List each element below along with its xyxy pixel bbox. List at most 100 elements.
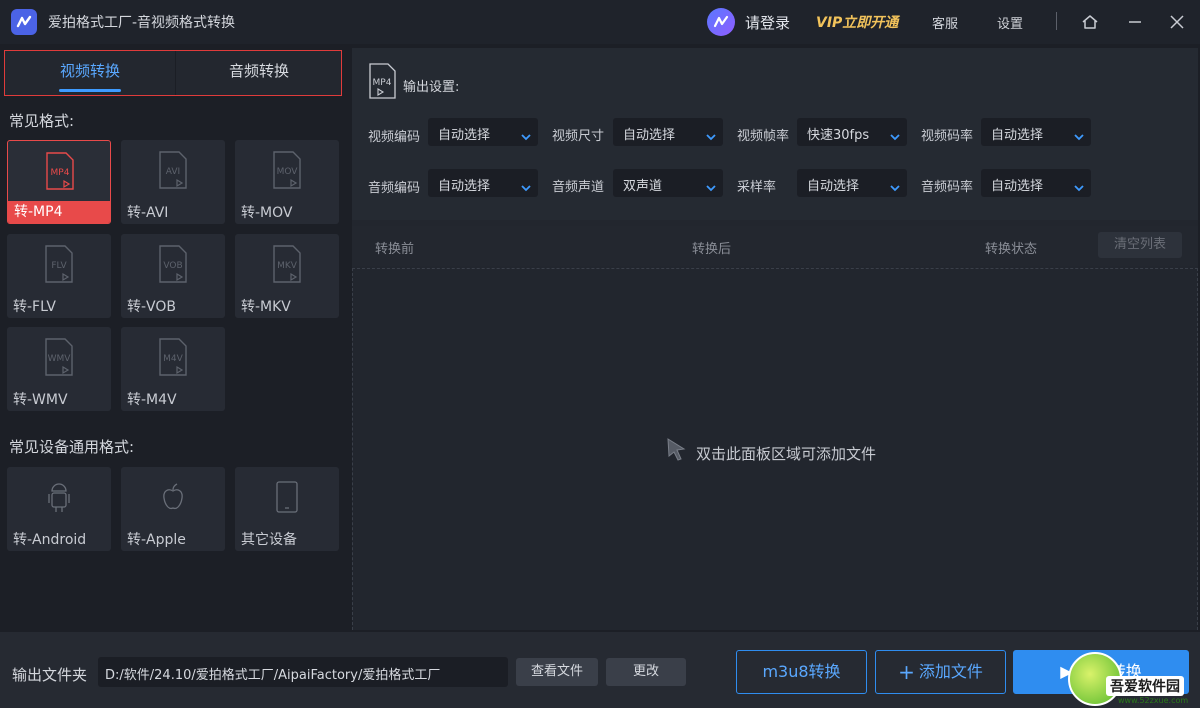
chevron-down-icon (520, 127, 532, 141)
format-tile-vob[interactable]: VOB 转-VOB (121, 234, 225, 318)
format-tile-mp4[interactable]: MP4 转-MP4 (7, 140, 111, 224)
chevron-down-icon (520, 178, 532, 192)
output-settings-title: 输出设置: (403, 80, 460, 95)
drop-hint: 双击此面板区域可添加文件 (696, 445, 877, 463)
output-path-value: D:/软件/24.10/爱拍格式工厂/AipaiFactory/爱拍格式工厂 (105, 668, 441, 683)
chevron-down-icon (889, 178, 901, 192)
conversion-panel: MP4 输出设置: 视频编码 自动选择 视频尺寸 自动选择 视频帧率 快速30f… (352, 48, 1198, 630)
change-folder-button[interactable]: 更改 (606, 658, 686, 686)
svg-text:FLV: FLV (51, 261, 67, 271)
mp4-output-icon: MP4 (368, 62, 398, 100)
device-tile-other[interactable]: 其它设备 (235, 467, 339, 551)
tile-label: 其它设备 (241, 532, 297, 548)
audio-codec-select[interactable]: 自动选择 (428, 169, 538, 197)
close-icon[interactable] (1166, 11, 1188, 33)
user-avatar-icon[interactable] (707, 8, 735, 36)
chevron-down-icon (705, 178, 717, 192)
select-value: 自动选择 (438, 128, 491, 143)
avi-file-icon: AVI (157, 150, 189, 190)
apple-icon (158, 477, 188, 517)
select-value: 自动选择 (623, 128, 676, 143)
format-tile-mkv[interactable]: MKV 转-MKV (235, 234, 339, 318)
format-tile-avi[interactable]: AVI 转-AVI (121, 140, 225, 224)
audio-bitrate-label: 音频码率 (921, 180, 974, 195)
android-icon (44, 477, 74, 517)
video-bitrate-select[interactable]: 自动选择 (981, 118, 1091, 146)
video-size-select[interactable]: 自动选择 (613, 118, 723, 146)
cursor-click-icon (663, 435, 689, 465)
sample-rate-select[interactable]: 自动选择 (797, 169, 907, 197)
m4v-file-icon: M4V (157, 337, 189, 377)
file-drop-zone[interactable]: 双击此面板区域可添加文件 (352, 268, 1198, 630)
device-tile-apple[interactable]: 转-Apple (121, 467, 225, 551)
select-value: 自动选择 (991, 128, 1044, 143)
tile-label: 转-Android (13, 532, 87, 548)
app-window: 爱拍格式工厂-音视频格式转换 请登录 VIP立即开通 客服 设置 视频转换 音频… (0, 0, 1200, 708)
file-list-header: 转换前 转换后 转换状态 清空列表 (352, 226, 1198, 266)
video-framerate-select[interactable]: 快速30fps (797, 118, 907, 146)
output-path-field[interactable]: D:/软件/24.10/爱拍格式工厂/AipaiFactory/爱拍格式工厂 (98, 657, 508, 687)
clear-list-button[interactable]: 清空列表 (1098, 232, 1182, 258)
conversion-tabs: 视频转换 音频转换 (4, 50, 342, 96)
output-folder-label: 输出文件夹 (12, 666, 88, 684)
chevron-down-icon (889, 127, 901, 141)
plus-icon: + (898, 660, 915, 684)
svg-text:MOV: MOV (277, 167, 299, 177)
home-icon[interactable] (1079, 11, 1101, 33)
m3u8-convert-button[interactable]: m3u8转换 (736, 650, 867, 694)
audio-codec-label: 音频编码 (368, 181, 421, 196)
title-divider (1056, 12, 1057, 30)
tab-audio-convert[interactable]: 音频转换 (176, 51, 342, 95)
settings-link[interactable]: 设置 (997, 13, 1023, 32)
tile-label: 转-MP4 (8, 201, 110, 223)
tablet-icon (272, 477, 302, 517)
select-value: 自动选择 (807, 179, 860, 194)
audio-channel-select[interactable]: 双声道 (613, 169, 723, 197)
svg-text:WMV: WMV (48, 354, 72, 364)
mkv-file-icon: MKV (271, 244, 303, 284)
svg-text:MKV: MKV (277, 261, 298, 271)
video-codec-select[interactable]: 自动选择 (428, 118, 538, 146)
column-before: 转换前 (375, 242, 415, 257)
audio-bitrate-select[interactable]: 自动选择 (981, 169, 1091, 197)
select-value: 快速30fps (807, 128, 870, 143)
select-value: 双声道 (623, 179, 663, 194)
add-file-button[interactable]: + 添加文件 (875, 650, 1006, 694)
format-tile-wmv[interactable]: WMV 转-WMV (7, 327, 111, 411)
column-after: 转换后 (692, 242, 732, 257)
common-formats-title: 常见格式: (9, 112, 75, 130)
active-tab-indicator (59, 89, 121, 92)
svg-text:M4V: M4V (163, 354, 183, 364)
format-tile-m4v[interactable]: M4V 转-M4V (121, 327, 225, 411)
format-tile-mov[interactable]: MOV 转-MOV (235, 140, 339, 224)
svg-text:VOB: VOB (163, 261, 182, 271)
format-tile-flv[interactable]: FLV 转-FLV (7, 234, 111, 318)
vip-upgrade-link[interactable]: VIP立即开通 (816, 12, 898, 32)
customer-service-link[interactable]: 客服 (932, 13, 958, 32)
app-title: 爱拍格式工厂-音视频格式转换 (48, 15, 236, 31)
mov-file-icon: MOV (271, 150, 303, 190)
device-tile-android[interactable]: 转-Android (7, 467, 111, 551)
tile-label: 转-WMV (13, 392, 68, 408)
video-size-label: 视频尺寸 (552, 129, 605, 144)
select-value: 自动选择 (991, 179, 1044, 194)
video-framerate-label: 视频帧率 (737, 129, 790, 144)
minimize-icon[interactable] (1124, 11, 1146, 33)
tile-label: 转-FLV (13, 299, 56, 315)
svg-text:MP4: MP4 (373, 78, 392, 88)
view-files-button[interactable]: 查看文件 (516, 658, 598, 686)
chevron-down-icon (1073, 178, 1085, 192)
sample-rate-label: 采样率 (737, 180, 777, 195)
wmv-file-icon: WMV (43, 337, 75, 377)
tile-label: 转-M4V (127, 392, 177, 408)
button-label: m3u8转换 (762, 662, 841, 681)
chevron-down-icon (1073, 127, 1085, 141)
mp4-file-icon: MP4 (44, 151, 76, 191)
column-status: 转换状态 (985, 242, 1038, 257)
app-logo-icon (11, 9, 37, 35)
login-link[interactable]: 请登录 (745, 12, 790, 33)
watermark-url: www.52zxue.com (1118, 696, 1189, 705)
video-bitrate-label: 视频码率 (921, 129, 974, 144)
svg-text:AVI: AVI (166, 167, 180, 177)
video-codec-label: 视频编码 (368, 130, 421, 145)
